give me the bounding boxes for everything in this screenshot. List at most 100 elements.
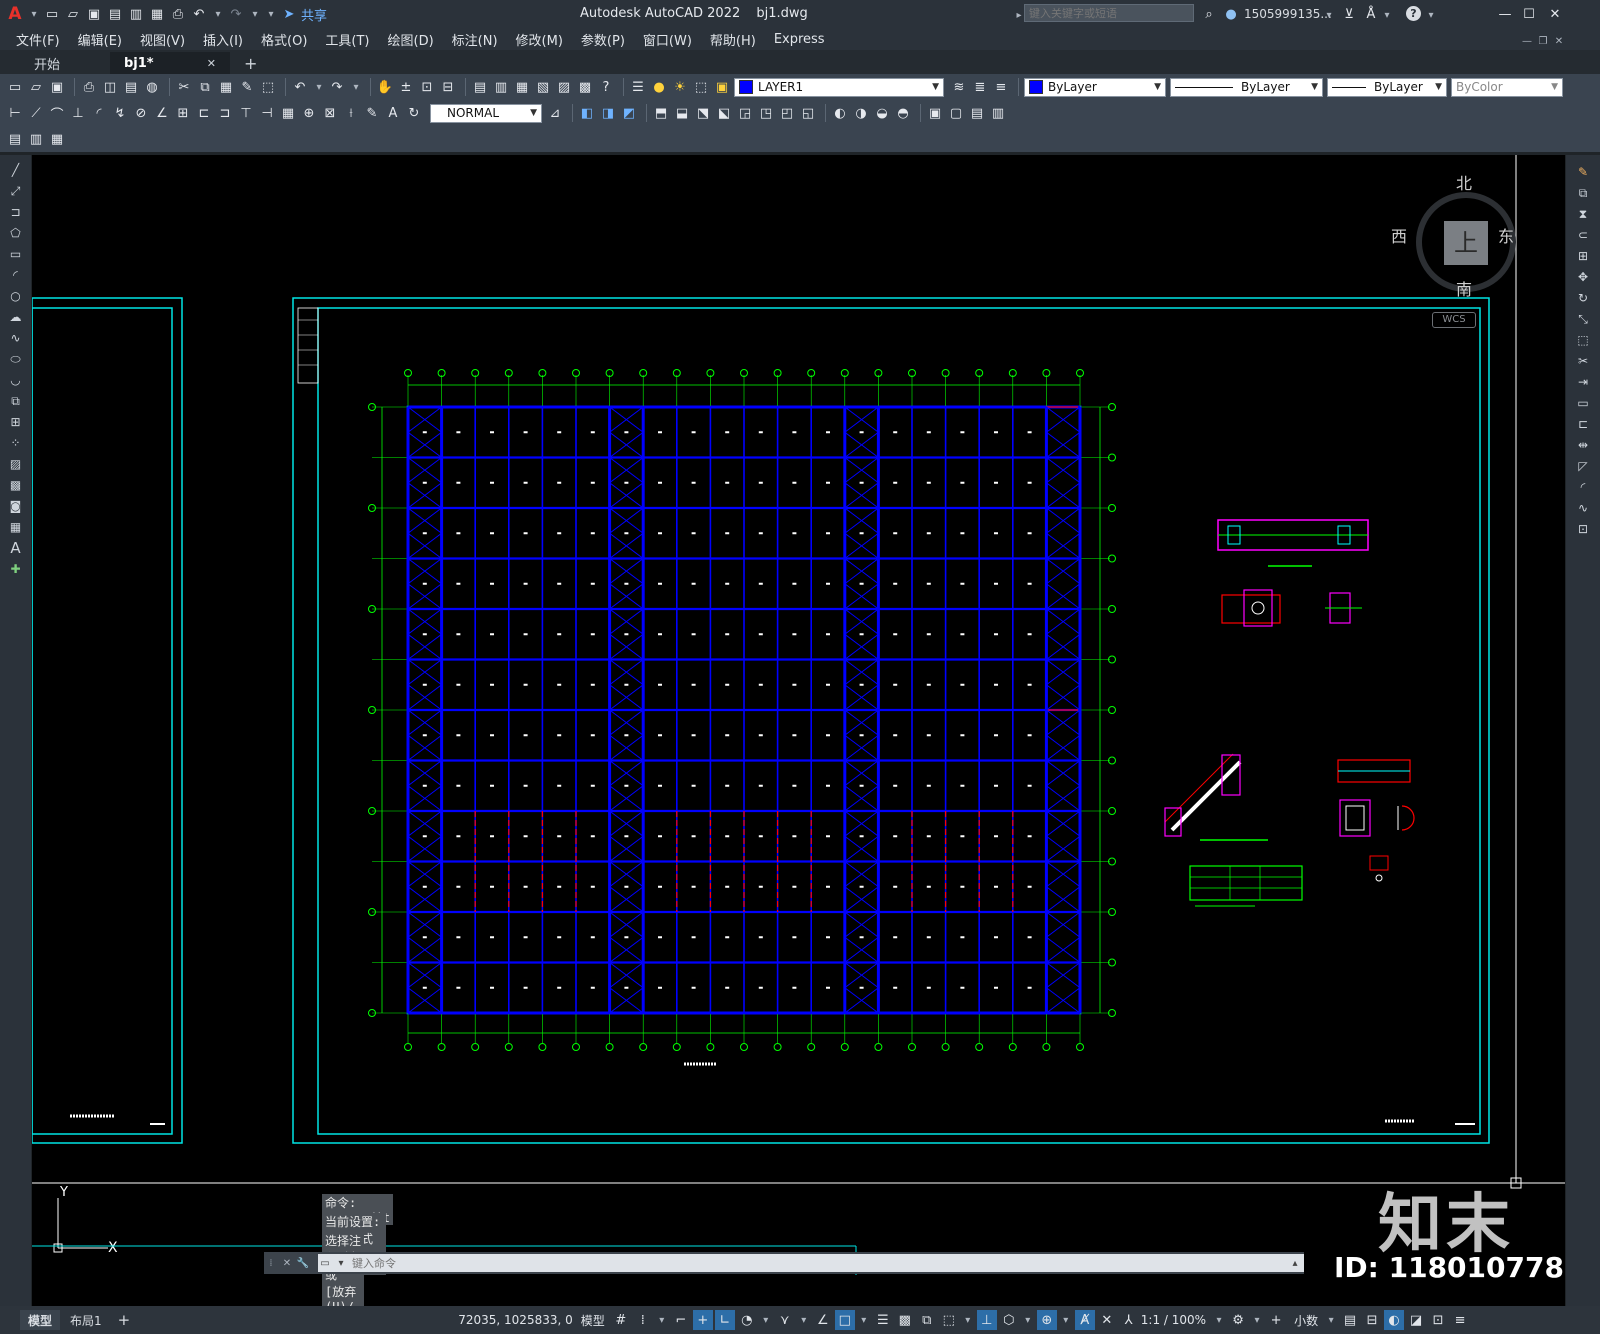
- separate-icon[interactable]: ▣: [926, 104, 944, 122]
- infer-constraints-icon[interactable]: ⌐: [671, 1310, 691, 1330]
- check-icon[interactable]: ▤: [968, 104, 986, 122]
- compass-south[interactable]: 南: [1456, 276, 1472, 300]
- qnew-icon[interactable]: ▭: [6, 78, 24, 96]
- close-window-icon[interactable]: ✕: [1546, 5, 1564, 23]
- layer-properties-icon[interactable]: ☰: [629, 78, 647, 96]
- dimension-break-icon[interactable]: ⊣: [258, 104, 276, 122]
- ellipse-arc-icon[interactable]: ◡: [7, 371, 25, 389]
- baseline-dimension-icon[interactable]: ⊏: [195, 104, 213, 122]
- customize-status-icon[interactable]: ≡: [1450, 1310, 1470, 1330]
- properties-icon[interactable]: ▤: [471, 78, 489, 96]
- compass-east[interactable]: 东: [1498, 223, 1514, 247]
- menu-format[interactable]: 格式(O): [261, 30, 307, 49]
- table-icon[interactable]: ▦: [7, 518, 25, 536]
- jogged-linear-icon[interactable]: ⟊: [342, 104, 360, 122]
- cart-icon[interactable]: ⊻: [1340, 5, 1358, 23]
- color-edges-icon[interactable]: ◑: [852, 104, 870, 122]
- layout-tab-layout1[interactable]: 布局1: [60, 1310, 112, 1330]
- quick-dimension-icon[interactable]: ⊞: [174, 104, 192, 122]
- arc-length-icon[interactable]: ⌒: [48, 104, 66, 123]
- copy-edges-icon[interactable]: ◐: [831, 104, 849, 122]
- spline-icon[interactable]: ∿: [7, 329, 25, 347]
- publish-icon[interactable]: ▦: [148, 5, 166, 23]
- menu-edit[interactable]: 编辑(E): [78, 30, 122, 49]
- move-faces-icon[interactable]: ⬓: [673, 104, 691, 122]
- graphics-performance-icon[interactable]: ◪: [1406, 1310, 1426, 1330]
- isometric-chevron-icon[interactable]: ▾: [797, 1311, 811, 1329]
- cut-icon[interactable]: ✂: [175, 78, 193, 96]
- layer-dropdown[interactable]: LAYER1 ▼: [734, 77, 944, 97]
- mirror-icon[interactable]: ⧗: [1574, 205, 1592, 223]
- layer-tool-3-icon[interactable]: ▦: [48, 130, 66, 148]
- move-icon[interactable]: ✥: [1574, 268, 1592, 286]
- polar-tracking-icon[interactable]: ◔: [737, 1310, 757, 1330]
- ordinate-dimension-icon[interactable]: ⊥: [69, 104, 87, 122]
- menu-insert[interactable]: 插入(I): [203, 30, 243, 49]
- union-icon[interactable]: ◧: [578, 104, 596, 122]
- circle-icon[interactable]: ○: [7, 287, 25, 305]
- intersect-icon[interactable]: ◩: [620, 104, 638, 122]
- scale-icon[interactable]: ⤡: [1574, 310, 1592, 328]
- tool-palettes-icon[interactable]: ▦: [513, 78, 531, 96]
- rotate-faces-icon[interactable]: ◲: [736, 104, 754, 122]
- object-snap-chevron-icon[interactable]: ▾: [857, 1311, 871, 1329]
- doc-minimize-icon[interactable]: —: [1520, 32, 1534, 50]
- diameter-dimension-icon[interactable]: ⊘: [132, 104, 150, 122]
- menu-help[interactable]: 帮助(H): [710, 30, 756, 49]
- revision-cloud-icon[interactable]: ☁: [7, 308, 25, 326]
- inspection-icon[interactable]: ⊠: [321, 104, 339, 122]
- shell-icon[interactable]: ▢: [947, 104, 965, 122]
- redo-icon[interactable]: ↷: [227, 5, 245, 23]
- ellipse-icon[interactable]: ⬭: [7, 350, 25, 368]
- trim-icon[interactable]: ✂: [1574, 352, 1592, 370]
- multiline-text-icon[interactable]: A: [7, 539, 25, 557]
- continue-dimension-icon[interactable]: ⊐: [216, 104, 234, 122]
- open-icon[interactable]: ▱: [27, 78, 45, 96]
- 3d-snap-chevron-icon[interactable]: ▾: [961, 1311, 975, 1329]
- tolerance-icon[interactable]: ▦: [279, 104, 297, 122]
- dynamic-input-icon[interactable]: +: [692, 1310, 713, 1330]
- search-icon[interactable]: ⌕: [1200, 5, 1218, 23]
- join-icon[interactable]: ⇹: [1574, 436, 1592, 454]
- pan-icon[interactable]: ✋: [376, 78, 394, 96]
- delete-faces-icon[interactable]: ⬕: [715, 104, 733, 122]
- plotstyle-dropdown[interactable]: ByColor ▼: [1451, 77, 1563, 97]
- annotation-scale-value[interactable]: 1:1 / 100%: [1141, 1313, 1206, 1327]
- web-icon[interactable]: ◍: [143, 78, 161, 96]
- model-space-button[interactable]: 模型: [581, 1312, 605, 1329]
- command-customize-icon[interactable]: 🔧: [296, 1254, 310, 1272]
- jogged-dimension-icon[interactable]: ↯: [111, 104, 129, 122]
- plot-icon[interactable]: ⎙: [80, 78, 98, 96]
- selection-cycling-icon[interactable]: ⧉: [917, 1310, 937, 1330]
- selection-filter-icon[interactable]: ⬡: [999, 1310, 1019, 1330]
- layer-thaw-icon[interactable]: ☀: [671, 78, 689, 96]
- add-selected-icon[interactable]: ✚: [7, 560, 25, 578]
- point-icon[interactable]: ⁘: [7, 434, 25, 452]
- coordinate-readout[interactable]: 72035, 1025833, 0: [458, 1313, 573, 1327]
- clean-icon[interactable]: ◓: [894, 104, 912, 122]
- polyline-icon[interactable]: ⊐: [7, 203, 25, 221]
- dimension-text-edit-icon[interactable]: A: [384, 104, 402, 122]
- viewcube-face[interactable]: 上: [1444, 221, 1488, 265]
- layer-states-icon[interactable]: ≡: [992, 78, 1010, 96]
- dimension-space-icon[interactable]: ⊤: [237, 104, 255, 122]
- line-icon[interactable]: ╱: [7, 161, 25, 179]
- aligned-dimension-icon[interactable]: ⟋: [27, 104, 45, 122]
- copy-faces-icon[interactable]: ◰: [778, 104, 796, 122]
- command-grip-icon[interactable]: ⁞: [264, 1254, 278, 1272]
- minimize-icon[interactable]: —: [1496, 5, 1514, 23]
- autocad-logo-icon[interactable]: A: [6, 4, 24, 24]
- search-input[interactable]: [1024, 4, 1194, 22]
- help-toolbar-icon[interactable]: ?: [597, 78, 615, 96]
- menu-tools[interactable]: 工具(T): [325, 30, 369, 49]
- menu-parametric[interactable]: 参数(P): [581, 30, 625, 49]
- copy-object-icon[interactable]: ⧉: [1574, 184, 1592, 202]
- snap-icon[interactable]: ⁞: [633, 1310, 653, 1330]
- autodesk-a360-icon[interactable]: Å: [1362, 5, 1380, 23]
- dynamic-ucs-icon[interactable]: ⊥: [976, 1310, 997, 1330]
- color-faces-icon[interactable]: ◱: [799, 104, 817, 122]
- menu-file[interactable]: 文件(F): [16, 30, 60, 49]
- save-as-icon[interactable]: ▤: [106, 5, 124, 23]
- text-style-dropdown[interactable]: NORMAL ▼: [430, 103, 542, 123]
- isolate-objects-icon[interactable]: ◐: [1384, 1310, 1405, 1330]
